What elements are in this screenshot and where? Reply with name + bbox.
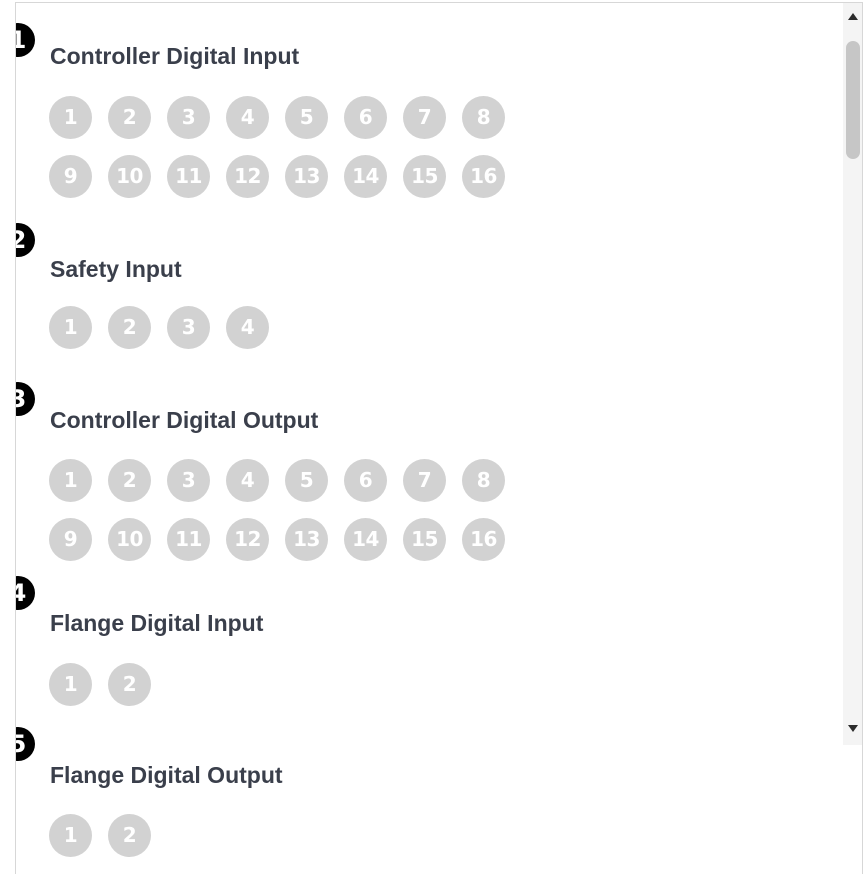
callout-marker-3: 3 [16,382,35,416]
section-title: Controller Digital Output [50,407,319,433]
callout-marker-1: 1 [16,23,35,57]
io-pin-indicator[interactable]: 12 [226,518,269,561]
io-pin-indicator[interactable]: 2 [108,814,151,857]
io-pin-indicator[interactable]: 1 [49,306,92,349]
vertical-scrollbar[interactable] [843,3,862,745]
io-pin-indicator[interactable]: 3 [167,459,210,502]
io-pin-indicator[interactable]: 15 [403,518,446,561]
io-pin-indicator[interactable]: 13 [285,155,328,198]
io-pin-indicator[interactable]: 15 [403,155,446,198]
io-pin-indicator[interactable]: 6 [344,459,387,502]
caret-down-icon[interactable] [848,725,858,732]
io-pin-indicator[interactable]: 5 [285,96,328,139]
io-pin-indicator[interactable]: 4 [226,459,269,502]
io-pin-indicator[interactable]: 10 [108,518,151,561]
io-pin-indicator[interactable]: 1 [49,96,92,139]
io-pin-indicator[interactable]: 4 [226,96,269,139]
section-title: Flange Digital Output [50,762,283,788]
io-pin-indicator[interactable]: 2 [108,459,151,502]
callout-marker-2: 2 [16,223,35,257]
callout-marker-5: 5 [16,727,35,761]
io-pin-indicator[interactable]: 1 [49,663,92,706]
io-pin-indicator[interactable]: 9 [49,518,92,561]
io-pin-indicator[interactable]: 8 [462,96,505,139]
section-title: Controller Digital Input [50,43,300,69]
callout-marker-4: 4 [16,576,35,610]
caret-up-icon[interactable] [848,13,858,20]
section-title: Safety Input [50,256,182,282]
section-title: Flange Digital Input [50,610,264,636]
scrollbar-thumb[interactable] [846,41,860,159]
io-pin-indicator[interactable]: 2 [108,306,151,349]
io-pin-indicator[interactable]: 2 [108,663,151,706]
io-pin-indicator[interactable]: 1 [49,814,92,857]
io-pin-indicator[interactable]: 7 [403,96,446,139]
io-pin-indicator[interactable]: 16 [462,518,505,561]
io-pin-indicator[interactable]: 5 [285,459,328,502]
io-pin-indicator[interactable]: 10 [108,155,151,198]
io-pin-indicator[interactable]: 4 [226,306,269,349]
io-pin-indicator[interactable]: 13 [285,518,328,561]
io-pin-indicator[interactable]: 14 [344,518,387,561]
io-pin-indicator[interactable]: 14 [344,155,387,198]
io-status-panel: 1 Controller Digital Input 1 2 3 4 5 6 7… [15,2,863,874]
io-pin-indicator[interactable]: 8 [462,459,505,502]
io-pin-indicator[interactable]: 7 [403,459,446,502]
io-pin-indicator[interactable]: 9 [49,155,92,198]
io-pin-indicator[interactable]: 12 [226,155,269,198]
io-pin-indicator[interactable]: 3 [167,306,210,349]
io-pin-indicator[interactable]: 6 [344,96,387,139]
io-pin-indicator[interactable]: 3 [167,96,210,139]
io-pin-indicator[interactable]: 16 [462,155,505,198]
io-pin-indicator[interactable]: 11 [167,518,210,561]
io-pin-indicator[interactable]: 1 [49,459,92,502]
io-pin-indicator[interactable]: 2 [108,96,151,139]
io-pin-indicator[interactable]: 11 [167,155,210,198]
